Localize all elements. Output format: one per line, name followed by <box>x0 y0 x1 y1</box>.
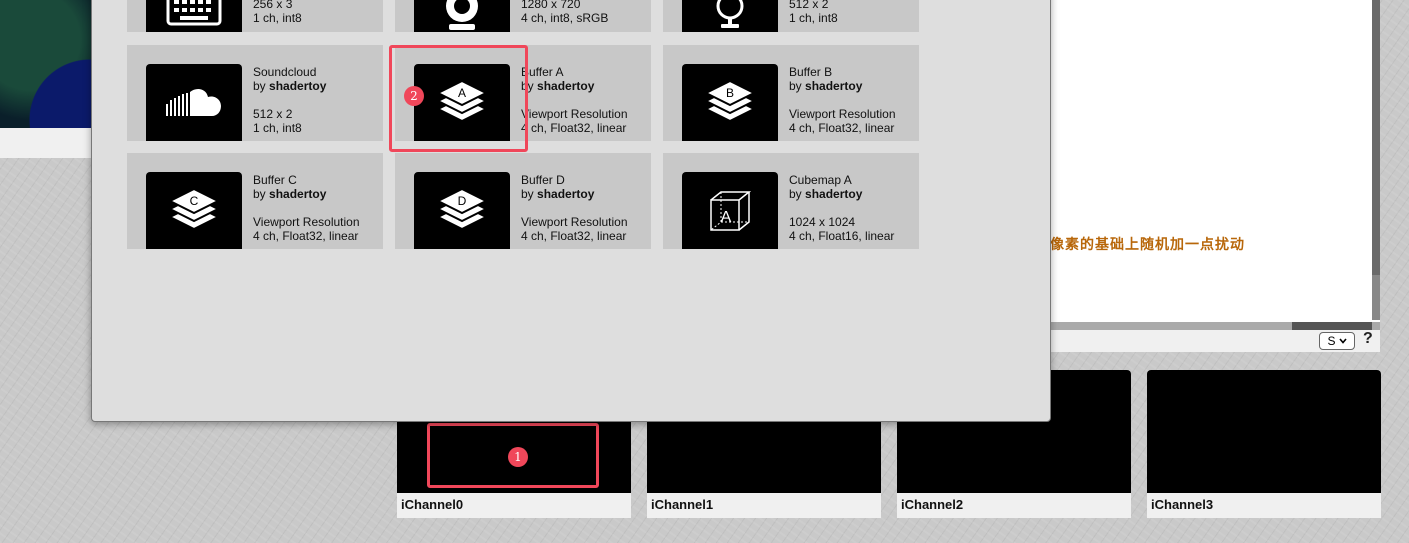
by-prefix: by <box>789 79 802 93</box>
input-name: Soundcloud <box>253 65 317 79</box>
buffer-letter: D <box>458 194 467 208</box>
annotation-marker-2: 2 <box>404 86 424 106</box>
font-size-value: S <box>1327 334 1336 348</box>
cubemap-letter: A <box>721 209 732 226</box>
input-format: 1 ch, int8 <box>253 11 302 25</box>
cube-icon: A <box>710 190 752 231</box>
input-tile-cubemap-a[interactable]: A Cubemap A by shadertoy 1024 x 1024 4 c… <box>663 153 919 249</box>
channel-label: iChannel2 <box>897 493 1131 518</box>
buffer-stack-icon: B <box>703 80 757 122</box>
annotation-marker-1: 1 <box>508 447 528 467</box>
input-info: 256 x 3 1 ch, int8 <box>253 0 302 25</box>
buffer-letter: B <box>726 86 734 100</box>
input-tile-webcam[interactable]: 1280 x 720 4 ch, int8, sRGB <box>395 0 651 32</box>
thumbnail-footer <box>0 128 95 158</box>
input-tile-keyboard[interactable]: 256 x 3 1 ch, int8 <box>127 0 383 32</box>
input-preview: A <box>682 172 778 249</box>
input-author: shadertoy <box>805 187 863 201</box>
input-preview: D <box>414 172 510 249</box>
by-prefix: by <box>789 187 802 201</box>
input-size: 512 x 2 <box>789 0 829 11</box>
code-editor[interactable]: 像素的基础上随机加一点扰动 <box>1050 0 1380 330</box>
input-author: shadertoy <box>269 187 327 201</box>
soundcloud-icon <box>166 88 221 116</box>
input-preview <box>414 0 510 32</box>
code-comment: 像素的基础上随机加一点扰动 <box>1050 236 1245 252</box>
input-format: 4 ch, int8, sRGB <box>521 11 609 25</box>
channel-label: iChannel1 <box>647 493 881 518</box>
input-size: 1280 x 720 <box>521 0 581 11</box>
input-format: 4 ch, Float32, linear <box>521 229 627 243</box>
help-button[interactable]: ? <box>1363 330 1373 348</box>
input-size: Viewport Resolution <box>521 215 628 229</box>
scrollbar-thumb[interactable] <box>1292 322 1372 330</box>
input-preview <box>146 64 242 141</box>
input-size: Viewport Resolution <box>253 215 360 229</box>
input-name: Buffer A <box>521 65 564 79</box>
buffer-stack-icon: D <box>435 188 489 230</box>
input-author-line: by shadertoy <box>253 79 326 93</box>
by-prefix: by <box>253 79 266 93</box>
webcam-icon <box>446 0 478 30</box>
input-tile-buffer-c[interactable]: C Buffer C by shadertoy Viewport Resolut… <box>127 153 383 249</box>
input-info: Buffer D by shadertoy Viewport Resolutio… <box>521 173 628 243</box>
input-author-line: by shadertoy <box>521 79 628 93</box>
buffer-letter: C <box>190 194 199 208</box>
keyboard-icon <box>166 0 222 25</box>
input-author-line: by shadertoy <box>789 79 896 93</box>
input-author: shadertoy <box>537 187 595 201</box>
input-info: Buffer C by shadertoy Viewport Resolutio… <box>253 173 360 243</box>
input-size: 256 x 3 <box>253 0 293 11</box>
input-name: Buffer D <box>521 173 565 187</box>
input-selection-dialog: 256 x 3 1 ch, int8 1280 x 720 4 ch, int8… <box>91 0 1051 422</box>
input-size: 1024 x 1024 <box>789 215 856 229</box>
input-author-line: by shadertoy <box>789 187 894 201</box>
by-prefix: by <box>521 187 534 201</box>
input-tile-buffer-b[interactable]: B Buffer B by shadertoy Viewport Resolut… <box>663 45 919 141</box>
editor-vertical-scrollbar[interactable] <box>1372 0 1380 320</box>
input-tile-soundcloud[interactable]: Soundcloud by shadertoy 512 x 2 1 ch, in… <box>127 45 383 141</box>
input-format: 4 ch, Float32, linear <box>521 121 627 135</box>
input-format: 1 ch, int8 <box>253 121 302 135</box>
input-tile-buffer-d[interactable]: D Buffer D by shadertoy Viewport Resolut… <box>395 153 651 249</box>
input-info: Cubemap A by shadertoy 1024 x 1024 4 ch,… <box>789 173 894 243</box>
input-author-line: by shadertoy <box>253 187 360 201</box>
input-preview <box>146 0 242 32</box>
microphone-icon <box>716 0 744 28</box>
input-format: 4 ch, Float32, linear <box>789 121 895 135</box>
input-name: Buffer C <box>253 173 297 187</box>
input-format: 4 ch, Float32, linear <box>253 229 359 243</box>
input-format: 1 ch, int8 <box>789 11 838 25</box>
input-author-line: by shadertoy <box>521 187 628 201</box>
input-info: Buffer B by shadertoy Viewport Resolutio… <box>789 65 896 135</box>
input-info: 1280 x 720 4 ch, int8, sRGB <box>521 0 608 25</box>
input-preview: B <box>682 64 778 141</box>
input-info: Soundcloud by shadertoy 512 x 2 1 ch, in… <box>253 65 326 135</box>
chevron-down-icon <box>1338 338 1347 344</box>
editor-horizontal-scrollbar[interactable] <box>1050 322 1380 330</box>
channel-label: iChannel0 <box>397 493 631 518</box>
input-info: Buffer A by shadertoy Viewport Resolutio… <box>521 65 628 135</box>
input-info: 512 x 2 1 ch, int8 <box>789 0 838 25</box>
font-size-select[interactable]: S <box>1319 332 1355 350</box>
input-author: shadertoy <box>269 79 327 93</box>
input-preview: C <box>146 172 242 249</box>
input-size: Viewport Resolution <box>789 107 896 121</box>
input-format: 4 ch, Float16, linear <box>789 229 895 243</box>
channel-slot-3[interactable]: iChannel3 <box>1147 370 1381 518</box>
input-preview <box>682 0 778 32</box>
buffer-stack-icon: C <box>167 188 221 230</box>
input-author: shadertoy <box>805 79 863 93</box>
channel-label: iChannel3 <box>1147 493 1381 518</box>
input-author: shadertoy <box>537 79 595 93</box>
input-name: Cubemap A <box>789 173 852 187</box>
input-size: Viewport Resolution <box>521 107 628 121</box>
input-size: 512 x 2 <box>253 107 293 121</box>
by-prefix: by <box>253 187 266 201</box>
input-name: Buffer B <box>789 65 833 79</box>
scrollbar-thumb[interactable] <box>1372 0 1380 275</box>
shader-thumbnail <box>0 0 95 128</box>
input-tile-microphone[interactable]: 512 x 2 1 ch, int8 <box>663 0 919 32</box>
